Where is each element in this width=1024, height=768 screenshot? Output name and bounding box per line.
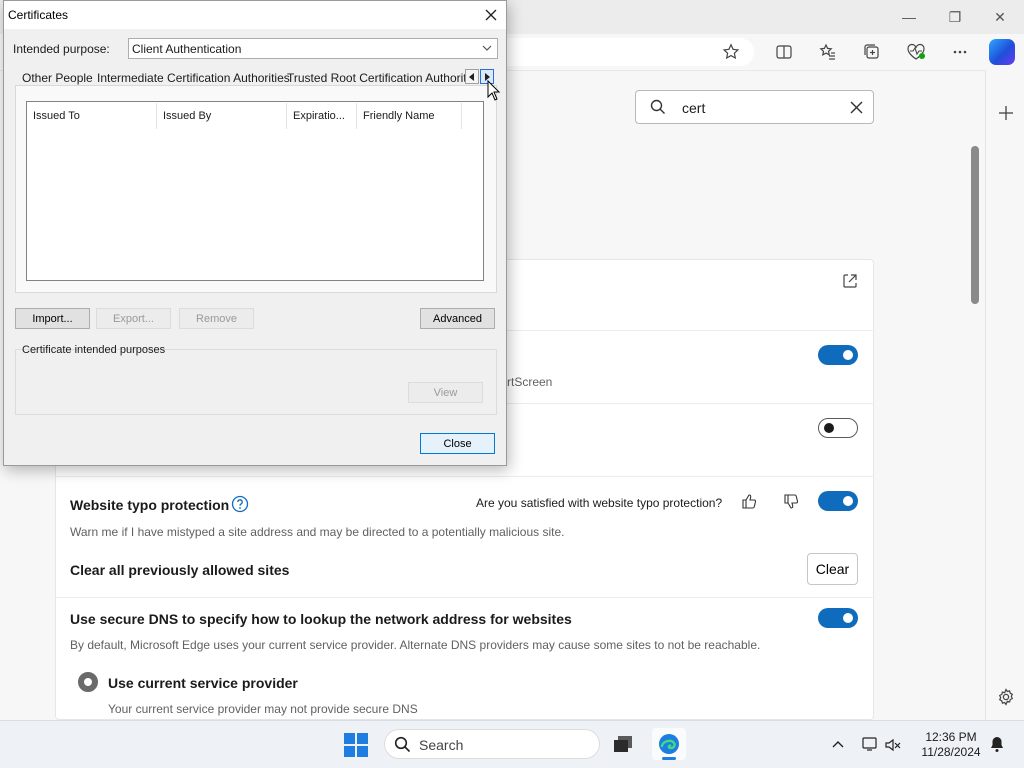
edge-taskbar-icon[interactable]	[652, 728, 686, 760]
search-input-value[interactable]: cert	[682, 100, 705, 116]
collections-icon[interactable]	[859, 40, 885, 64]
view-button[interactable]: View	[408, 382, 483, 403]
thumbs-up-icon[interactable]	[741, 493, 757, 509]
notification-bell-icon[interactable]	[988, 735, 1006, 753]
copilot-icon[interactable]	[989, 39, 1015, 65]
search-icon	[650, 99, 665, 114]
typo-protection-title: Website typo protection	[70, 497, 230, 513]
clear-search-icon[interactable]	[850, 101, 863, 114]
show-hidden-icons-chevron-icon[interactable]	[831, 738, 845, 750]
dialog-titlebar: Certificates	[4, 1, 506, 29]
network-icon[interactable]	[861, 735, 879, 753]
split-screen-icon[interactable]	[771, 40, 797, 64]
tab-strip: Other People Intermediate Certification …	[12, 67, 468, 86]
minimize-button[interactable]: —	[894, 6, 924, 28]
current-provider-label: Use current service provider	[108, 675, 298, 691]
browser-essentials-icon[interactable]	[903, 40, 929, 64]
advanced-button[interactable]: Advanced	[420, 308, 495, 329]
edge-sidebar	[985, 70, 1024, 720]
current-provider-desc: Your current service provider may not pr…	[108, 702, 418, 716]
smartscreen-toggle[interactable]	[818, 345, 858, 365]
column-friendly-name[interactable]: Friendly Name	[357, 103, 462, 129]
clear-allowed-sites-title: Clear all previously allowed sites	[70, 562, 290, 578]
open-external-icon[interactable]	[842, 273, 858, 289]
intended-purpose-value: Client Authentication	[132, 42, 242, 56]
secure-dns-title: Use secure DNS to specify how to lookup …	[70, 611, 572, 627]
window-close-button[interactable]: ✕	[985, 6, 1015, 28]
settings-search-box[interactable]: cert	[635, 90, 874, 124]
export-button[interactable]: Export...	[96, 308, 171, 329]
more-options-icon[interactable]	[947, 40, 973, 64]
favorites-icon[interactable]	[815, 40, 841, 64]
thumbs-down-icon[interactable]	[783, 494, 799, 510]
certificate-list[interactable]: Issued To Issued By Expiratio... Friendl…	[26, 101, 484, 281]
intended-purposes-label: Certificate intended purposes	[22, 344, 166, 356]
dialog-close-icon[interactable]	[478, 3, 504, 27]
clock-time: 12:36 PM	[925, 730, 977, 744]
mouse-cursor-icon	[487, 80, 501, 101]
favorite-star-icon[interactable]	[718, 40, 744, 64]
address-bar[interactable]	[506, 38, 754, 66]
help-icon[interactable]	[231, 495, 249, 513]
smartscreen-desc-fragment: rtScreen	[507, 375, 553, 389]
current-provider-radio[interactable]	[78, 672, 98, 692]
secure-dns-desc: By default, Microsoft Edge uses your cur…	[70, 638, 761, 652]
restore-button[interactable]: ❐	[940, 6, 970, 28]
column-expiration[interactable]: Expiratio...	[287, 103, 357, 129]
import-button[interactable]: Import...	[15, 308, 90, 329]
chevron-down-icon	[482, 45, 492, 51]
certificates-dialog: Certificates Intended purpose: Client Au…	[3, 0, 507, 466]
remove-button[interactable]: Remove	[179, 308, 254, 329]
sidebar-settings-gear-icon[interactable]	[994, 685, 1018, 709]
column-issued-to[interactable]: Issued To	[27, 103, 157, 129]
card-divider	[55, 476, 874, 477]
typo-protection-toggle[interactable]	[818, 491, 858, 511]
card-divider	[55, 597, 874, 598]
windows-start-icon[interactable]	[344, 733, 368, 757]
intended-purpose-select[interactable]: Client Authentication	[128, 38, 498, 59]
clear-button[interactable]: Clear	[807, 553, 858, 585]
scrollbar-thumb[interactable]	[971, 146, 979, 304]
unwanted-apps-toggle[interactable]	[818, 418, 858, 438]
taskbar-search[interactable]: Search	[384, 729, 600, 759]
typo-protection-desc: Warn me if I have mistyped a site addres…	[70, 525, 565, 539]
add-sidebar-app-icon[interactable]	[994, 101, 1018, 125]
volume-muted-icon[interactable]	[884, 736, 902, 754]
dialog-title: Certificates	[8, 8, 69, 22]
tab-other-people[interactable]: Other People	[22, 71, 93, 85]
clock-date: 11/28/2024	[921, 745, 981, 759]
typo-feedback-question: Are you satisfied with website typo prot…	[476, 496, 723, 510]
tab-intermediate-ca[interactable]: Intermediate Certification Authorities	[97, 71, 290, 85]
system-clock[interactable]: 12:36 PM 11/28/2024	[916, 730, 986, 760]
tab-scroll-left-icon[interactable]	[465, 69, 479, 84]
task-view-icon[interactable]	[606, 728, 640, 760]
secure-dns-toggle[interactable]	[818, 608, 858, 628]
taskbar-search-label: Search	[419, 737, 464, 753]
close-button[interactable]: Close	[420, 433, 495, 454]
taskbar-search-icon	[394, 736, 411, 753]
column-issued-by[interactable]: Issued By	[157, 103, 287, 129]
tab-trusted-root-ca[interactable]: Trusted Root Certification Authorities	[287, 71, 468, 85]
intended-purpose-label: Intended purpose:	[13, 42, 110, 56]
